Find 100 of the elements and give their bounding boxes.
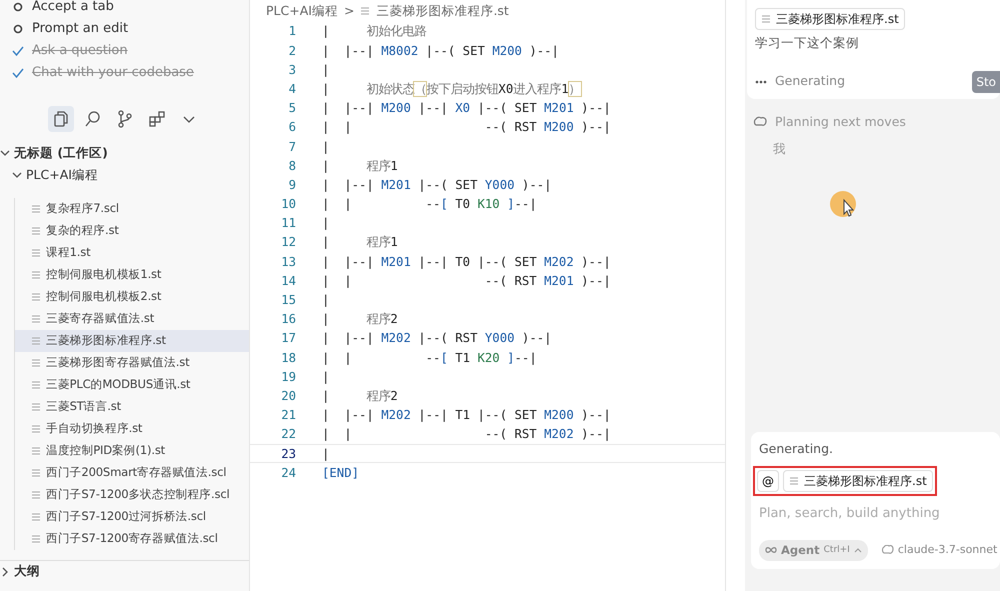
line-number: 14 xyxy=(280,272,297,290)
code-line: | 初始化电路 xyxy=(322,23,426,40)
file-lines-icon xyxy=(31,358,41,368)
code-line: | |--| M201 |--( SET Y000 )--| xyxy=(322,176,552,194)
line-number: 16 xyxy=(280,311,297,328)
line-number: 4 xyxy=(288,80,297,98)
blocks-icon xyxy=(148,110,166,128)
code-line: | |--| M202 |--| T1 |--( SET M200 )--| xyxy=(322,407,611,424)
file-item[interactable]: 控制伺服电机模板2.st xyxy=(14,286,249,308)
code-line: | |--| M202 |--( RST Y000 )--| xyxy=(322,330,552,348)
line-number: 24 xyxy=(280,464,297,482)
files-icon-button[interactable] xyxy=(48,106,74,132)
line-number: 8 xyxy=(288,158,297,175)
planning-label: Planning next moves xyxy=(775,112,906,131)
line-number: 3 xyxy=(288,62,297,79)
line-number: 6 xyxy=(288,119,297,136)
file-item[interactable]: 西门子200Smart寄存器赋值法.scl xyxy=(14,462,249,484)
file-lines-icon xyxy=(360,6,370,16)
file-lines-icon xyxy=(31,468,41,478)
code-line: | xyxy=(322,215,330,232)
code-line: | 程序1 xyxy=(322,158,398,175)
outline-title[interactable]: 大纲 xyxy=(14,562,40,581)
dots-icon xyxy=(755,80,767,84)
file-lines-icon xyxy=(31,226,41,236)
line-number: 7 xyxy=(288,138,297,156)
line-number: 20 xyxy=(280,388,297,405)
line-number: 9 xyxy=(288,176,297,194)
file-item[interactable]: 手自动切换程序.st xyxy=(14,418,249,440)
checklist-item: Prompt an edit xyxy=(32,20,128,38)
code-line: | | --[ T0 K10 ]--| xyxy=(322,196,537,214)
line-number: 21 xyxy=(280,407,297,424)
line-number: 1 xyxy=(288,23,297,40)
file-item[interactable]: 西门子S7-1200寄存器赋值法.scl xyxy=(14,528,249,550)
file-lines-icon xyxy=(31,402,41,412)
file-item[interactable]: 三菱ST语言.st xyxy=(14,396,249,418)
status-text: Generating xyxy=(775,72,846,90)
mention-button[interactable]: @ xyxy=(757,470,779,492)
message-text: 学习一下这个案例 xyxy=(755,34,860,52)
file-lines-icon xyxy=(31,270,41,280)
file-chip[interactable]: 三菱梯形图标准程序.st xyxy=(755,8,905,30)
file-lines-icon xyxy=(31,248,41,258)
line-number: 2 xyxy=(288,42,297,60)
file-lines-icon xyxy=(31,490,41,500)
file-item[interactable]: 复杂程序7.scl xyxy=(14,198,249,220)
file-lines-icon xyxy=(31,292,41,302)
code-line: | | --( RST M200 )--| xyxy=(322,119,611,136)
search-icon xyxy=(84,110,102,128)
file-lines-icon xyxy=(31,314,41,324)
file-item[interactable]: 三菱梯形图寄存器赋值法.st xyxy=(14,352,249,374)
files-icon xyxy=(52,110,70,128)
file-item[interactable]: 三菱梯形图标准程序.st xyxy=(14,330,249,352)
code-line: | |--| M200 |--| X0 |--( SET M201 )--| xyxy=(322,100,611,118)
code-line: | xyxy=(322,62,330,79)
line-number: 22 xyxy=(280,426,297,444)
file-lines-icon xyxy=(761,14,771,24)
code-line: | xyxy=(322,446,330,463)
line-number: 12 xyxy=(280,234,297,252)
file-item[interactable]: 控制伺服电机模板1.st xyxy=(14,264,249,286)
code-line: | xyxy=(322,368,330,386)
file-lines-icon xyxy=(31,204,41,214)
file-lines-icon xyxy=(31,424,41,434)
file-item[interactable]: 西门子S7-1200过河拆桥法.scl xyxy=(14,506,249,528)
file-chip[interactable]: 三菱梯形图标准程序.st xyxy=(783,470,933,492)
folder-item[interactable]: PLC+AI编程 xyxy=(26,166,98,184)
line-number: 11 xyxy=(280,215,297,232)
code-line: [END] xyxy=(322,464,360,482)
model-button[interactable]: claude-3.7-sonnet xyxy=(876,540,1000,561)
code-line: | xyxy=(322,138,330,156)
file-item[interactable]: 温度控制PID案例(1).st xyxy=(14,440,249,462)
file-lines-icon xyxy=(31,380,41,390)
code-line: | | --( RST M202 )--| xyxy=(322,426,611,444)
chevron-down-icon xyxy=(183,116,195,122)
file-item[interactable]: 西门子S7-1200多状态控制程序.scl xyxy=(14,484,249,506)
code-line: | | --[ T1 K20 ]--| xyxy=(322,350,537,367)
branch-icon xyxy=(116,110,134,128)
line-number: 15 xyxy=(280,292,297,309)
code-line: | |--| M8002 |--( SET M200 )--| xyxy=(322,42,559,60)
line-number: 13 xyxy=(280,254,297,271)
code-line: | 程序2 xyxy=(322,388,398,405)
breadcrumb-folder[interactable]: PLC+AI编程 xyxy=(266,2,338,20)
line-number: 18 xyxy=(280,350,297,367)
checklist-item: Accept a tab xyxy=(32,0,114,16)
file-lines-icon xyxy=(31,336,41,346)
file-item[interactable]: 课程1.st xyxy=(14,242,249,264)
breadcrumb-separator: > xyxy=(344,2,354,20)
file-item[interactable]: 复杂的程序.st xyxy=(14,220,249,242)
code-line: | 程序2 xyxy=(322,311,398,328)
breadcrumb-file[interactable]: 三菱梯形图标准程序.st xyxy=(376,2,509,20)
file-item[interactable]: 三菱PLC的MODBUS通讯.st xyxy=(14,374,249,396)
code-line: | | --( RST M201 )--| xyxy=(322,272,611,290)
checklist-item: Chat with your codebase xyxy=(32,64,194,82)
planning-text: 我 xyxy=(772,140,787,158)
line-number: 19 xyxy=(280,368,297,386)
line-number: 23 xyxy=(280,446,297,462)
file-lines-icon xyxy=(31,446,41,456)
code-line: | 程序1 xyxy=(322,234,398,252)
file-lines-icon xyxy=(789,476,799,486)
file-lines-icon xyxy=(31,512,41,522)
workspace-title[interactable]: 无标题 (工作区) xyxy=(14,144,108,162)
prompt-input[interactable]: Plan, search, build anything xyxy=(759,504,1000,524)
